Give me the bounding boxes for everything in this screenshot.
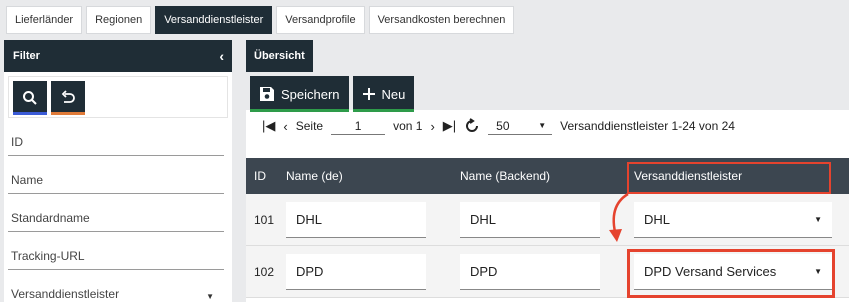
reset-button[interactable] xyxy=(51,81,85,115)
tab-regionen[interactable]: Regionen xyxy=(86,6,152,34)
plus-icon xyxy=(362,88,375,100)
pagination-summary: Versanddienstleister 1-24 von 24 xyxy=(560,119,735,133)
name-backend-input[interactable]: DPD xyxy=(460,253,600,290)
page-input[interactable]: 1 xyxy=(331,117,386,135)
filter-field-standardname[interactable]: Standardname xyxy=(8,194,224,232)
tab-uebersicht[interactable]: Übersicht xyxy=(246,40,313,72)
reset-icon xyxy=(61,90,75,103)
save-icon xyxy=(260,87,274,101)
new-accent-bar xyxy=(352,109,415,112)
per-page-value: 50 xyxy=(496,119,510,133)
refresh-icon[interactable] xyxy=(464,118,480,134)
last-page-icon[interactable]: ▶| xyxy=(443,118,456,134)
filter-field-versanddienstleister-label: Versanddienstleister xyxy=(11,287,120,301)
overview-header: Übersicht xyxy=(246,40,849,72)
next-page-icon[interactable]: › xyxy=(430,119,434,134)
filter-field-name[interactable]: Name xyxy=(8,156,224,194)
save-button[interactable]: Speichern xyxy=(250,76,349,112)
save-label: Speichern xyxy=(281,86,340,102)
top-tabs: Lieferländer Regionen Versanddienstleist… xyxy=(6,6,515,34)
search-button[interactable] xyxy=(13,81,47,115)
search-accent-bar xyxy=(13,112,47,115)
tab-versandprofile[interactable]: Versandprofile xyxy=(276,6,365,34)
page-of-label: von 1 xyxy=(393,119,423,133)
cell-name-de: DHL xyxy=(286,201,426,238)
row-id: 101 xyxy=(254,212,275,227)
arrow-annotation-icon xyxy=(609,192,629,242)
name-de-input[interactable]: DHL xyxy=(286,201,426,238)
dropdown-icon: ▼ xyxy=(814,214,822,224)
filter-panel: Filter ‹ ID Name Standardname Tracking-U… xyxy=(4,40,232,302)
header-name-de[interactable]: Name (de) xyxy=(278,169,452,183)
filter-field-tracking-url[interactable]: Tracking-URL xyxy=(8,232,224,270)
row-id: 102 xyxy=(254,264,275,279)
search-icon xyxy=(23,91,37,105)
cell-versanddienstleister: DHL ▼ xyxy=(634,201,832,238)
header-highlight-box xyxy=(627,162,831,194)
name-de-input[interactable]: DPD xyxy=(286,253,426,290)
prev-page-icon[interactable]: ‹ xyxy=(283,119,287,134)
filter-field-versanddienstleister[interactable]: Versanddienstleister ▼ xyxy=(8,270,224,302)
page-label: Seite xyxy=(295,119,324,133)
cell-name-de: DPD xyxy=(286,253,426,290)
filter-title: Filter xyxy=(13,50,40,62)
new-label: Neu xyxy=(381,86,406,102)
tab-versandkosten-berechnen[interactable]: Versandkosten berechnen xyxy=(368,6,515,34)
carrier-select-value: DHL xyxy=(644,211,671,227)
header-name-backend[interactable]: Name (Backend) xyxy=(452,169,626,183)
cell-name-backend: DHL xyxy=(460,201,600,238)
filter-fields: ID Name Standardname Tracking-URL Versan… xyxy=(8,126,228,302)
collapse-icon[interactable]: ‹ xyxy=(219,48,224,64)
filter-field-id[interactable]: ID xyxy=(8,126,224,156)
tab-lieferlaender[interactable]: Lieferländer xyxy=(6,6,83,34)
dropdown-icon: ▼ xyxy=(206,292,214,301)
filter-header: Filter ‹ xyxy=(4,40,232,72)
carrier-select[interactable]: DHL ▼ xyxy=(634,201,832,238)
pagination: |◀ ‹ Seite 1 von 1 › ▶| 50 ▼ Versanddien… xyxy=(246,110,849,142)
header-id[interactable]: ID xyxy=(246,169,278,183)
table-row: 101 DHL DHL DHL ▼ xyxy=(246,194,849,246)
name-backend-input[interactable]: DHL xyxy=(460,201,600,238)
per-page-select[interactable]: 50 ▼ xyxy=(488,117,553,135)
reset-accent-bar xyxy=(51,112,85,115)
tab-versanddienstleister[interactable]: Versanddienstleister xyxy=(155,6,273,34)
new-button[interactable]: Neu xyxy=(352,76,415,112)
save-accent-bar xyxy=(250,109,349,112)
filter-toolbar xyxy=(8,76,228,118)
dropdown-icon: ▼ xyxy=(538,121,547,130)
first-page-icon[interactable]: |◀ xyxy=(262,118,275,134)
cell-name-backend: DPD xyxy=(460,253,600,290)
cell-highlight-box xyxy=(627,249,835,298)
action-bar: Speichern Neu xyxy=(246,72,849,112)
